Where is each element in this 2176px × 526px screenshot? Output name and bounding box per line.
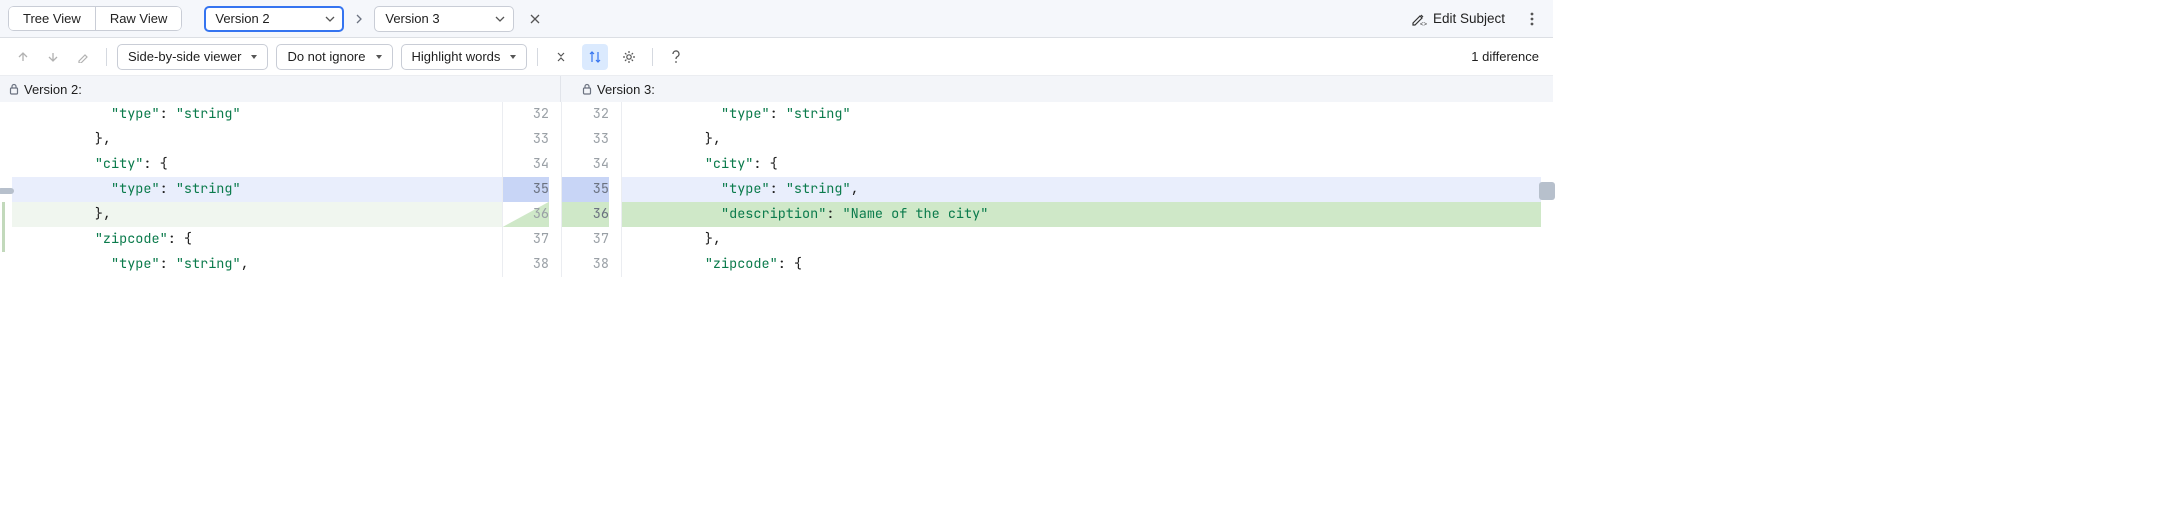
collapse-unchanged-button[interactable] bbox=[548, 44, 574, 70]
gear-icon bbox=[622, 50, 636, 64]
diff-toolbar: Side-by-side viewer Do not ignore Highli… bbox=[0, 38, 1553, 76]
more-actions-button[interactable] bbox=[1519, 6, 1545, 32]
code-line: "type": "string" bbox=[12, 102, 502, 127]
pane-headers: Version 2: Version 3: bbox=[0, 76, 1553, 102]
highlight-mode-label: Highlight words bbox=[412, 49, 501, 64]
change-marker[interactable] bbox=[0, 188, 14, 194]
edit-subject-button[interactable]: <> Edit Subject bbox=[1405, 9, 1511, 29]
right-code-pane[interactable]: "type": "string" }, "city": { "type": "s… bbox=[622, 102, 1541, 277]
code-line: "city": { bbox=[622, 152, 1541, 177]
code-line-added: "description": "Name of the city" bbox=[622, 202, 1541, 227]
pencil-icon bbox=[77, 51, 89, 63]
select-left-version[interactable]: Version 2 bbox=[204, 6, 344, 32]
line-number: 38 bbox=[503, 252, 549, 277]
help-button[interactable] bbox=[663, 44, 689, 70]
line-number: 38 bbox=[562, 252, 609, 277]
code-line: "type": "string" bbox=[622, 102, 1541, 127]
code-line: }, bbox=[12, 127, 502, 152]
viewer-mode-select[interactable]: Side-by-side viewer bbox=[117, 44, 268, 70]
code-line: "zipcode": { bbox=[622, 252, 1541, 277]
triangle-down-icon bbox=[508, 52, 518, 62]
line-number: 36 bbox=[562, 202, 609, 227]
code-line: "type": "string", bbox=[12, 252, 502, 277]
line-number: 33 bbox=[503, 127, 549, 152]
collapse-icon bbox=[554, 50, 568, 64]
close-compare-button[interactable] bbox=[522, 6, 548, 32]
prev-diff-button[interactable] bbox=[10, 44, 36, 70]
diff-body: "type": "string" }, "city": { "type": "s… bbox=[0, 102, 1553, 277]
line-number: 32 bbox=[562, 102, 609, 127]
lock-icon bbox=[581, 83, 593, 95]
line-number: 37 bbox=[503, 227, 549, 252]
triangle-down-icon bbox=[374, 52, 384, 62]
line-number-gutter: 32 33 34 35 36 37 38 32 33 34 35 36 37 3… bbox=[502, 102, 622, 277]
diff-nav-group bbox=[10, 44, 96, 70]
left-pane-header: Version 2: bbox=[0, 76, 560, 102]
select-right-version[interactable]: Version 3 bbox=[374, 6, 514, 32]
line-number: 37 bbox=[562, 227, 609, 252]
line-number: 35 bbox=[562, 177, 609, 202]
arrow-up-icon bbox=[17, 51, 29, 63]
tab-tree-view[interactable]: Tree View bbox=[8, 6, 96, 31]
sync-scroll-icon bbox=[588, 50, 602, 64]
close-icon bbox=[529, 13, 541, 25]
edit-subject-label: Edit Subject bbox=[1433, 11, 1505, 26]
sync-scroll-button[interactable] bbox=[582, 44, 608, 70]
chevron-down-icon bbox=[495, 14, 505, 24]
right-marker-strip bbox=[1541, 102, 1553, 277]
right-pane-header: Version 3: bbox=[560, 76, 1553, 102]
help-icon bbox=[670, 50, 682, 64]
code-line: }, bbox=[622, 127, 1541, 152]
line-number: 36 bbox=[503, 202, 549, 227]
svg-text:<>: <> bbox=[1420, 22, 1427, 27]
lock-icon bbox=[8, 83, 20, 95]
left-line-numbers: 32 33 34 35 36 37 38 bbox=[503, 102, 562, 277]
code-line-modified: "type": "string" bbox=[12, 177, 502, 202]
arrow-down-icon bbox=[47, 51, 59, 63]
line-number: 32 bbox=[503, 102, 549, 127]
line-number: 33 bbox=[562, 127, 609, 152]
diff-settings-button[interactable] bbox=[616, 44, 642, 70]
ignore-mode-label: Do not ignore bbox=[287, 49, 365, 64]
right-line-numbers: 32 33 34 35 36 37 38 bbox=[562, 102, 621, 277]
code-line: }, bbox=[622, 227, 1541, 252]
left-marker-strip bbox=[0, 102, 12, 277]
code-line: "zipcode": { bbox=[12, 227, 502, 252]
viewer-mode-label: Side-by-side viewer bbox=[128, 49, 241, 64]
select-right-version-label: Version 3 bbox=[385, 11, 439, 26]
tab-raw-view[interactable]: Raw View bbox=[96, 6, 183, 31]
next-diff-button[interactable] bbox=[40, 44, 66, 70]
line-number: 34 bbox=[562, 152, 609, 177]
left-pane-title: Version 2: bbox=[24, 82, 82, 97]
triangle-down-icon bbox=[249, 52, 259, 62]
chevron-right-icon bbox=[352, 14, 366, 24]
view-mode-tabs: Tree View Raw View bbox=[8, 6, 182, 31]
ignore-mode-select[interactable]: Do not ignore bbox=[276, 44, 392, 70]
line-number: 34 bbox=[503, 152, 549, 177]
add-marker bbox=[2, 202, 5, 252]
difference-count: 1 difference bbox=[1471, 49, 1543, 64]
code-line-modified: "type": "string", bbox=[622, 177, 1541, 202]
code-line: "city": { bbox=[12, 152, 502, 177]
right-pane-title: Version 3: bbox=[597, 82, 655, 97]
left-code-pane[interactable]: "type": "string" }, "city": { "type": "s… bbox=[12, 102, 502, 277]
edit-icon: <> bbox=[1411, 11, 1427, 27]
line-number: 35 bbox=[503, 177, 549, 202]
change-marker[interactable] bbox=[1539, 182, 1555, 200]
kebab-icon bbox=[1530, 12, 1534, 26]
code-line: }, bbox=[12, 202, 502, 227]
chevron-down-icon bbox=[325, 14, 335, 24]
highlight-mode-select[interactable]: Highlight words bbox=[401, 44, 528, 70]
top-toolbar: Tree View Raw View Version 2 Version 3 <… bbox=[0, 0, 1553, 38]
edit-button[interactable] bbox=[70, 44, 96, 70]
select-left-version-label: Version 2 bbox=[215, 11, 269, 26]
